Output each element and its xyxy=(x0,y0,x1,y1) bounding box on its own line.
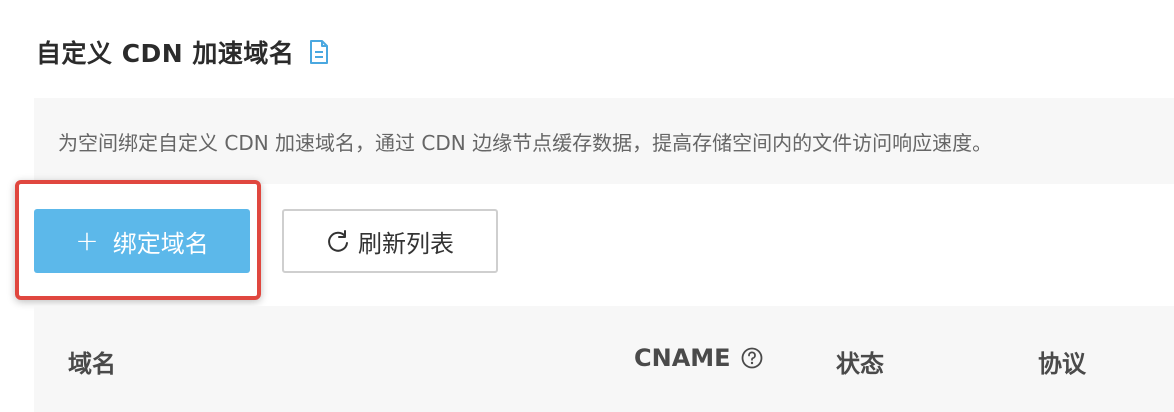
page-title: 自定义 CDN 加速域名 xyxy=(36,39,295,68)
bind-domain-button[interactable]: + 绑定域名 xyxy=(34,209,250,273)
question-circle-icon[interactable] xyxy=(741,347,763,369)
column-header-protocol[interactable]: 协议 xyxy=(1038,344,1086,379)
refresh-list-label: 刷新列表 xyxy=(358,229,454,258)
description-text: 为空间绑定自定义 CDN 加速域名，通过 CDN 边缘节点缓存数据，提高存储空间… xyxy=(58,130,993,155)
column-header-domain[interactable]: 域名 xyxy=(68,344,116,379)
column-header-cname[interactable]: CNAME xyxy=(634,344,763,372)
cdn-domain-page: 自定义 CDN 加速域名 为空间绑定自定义 CDN 加速域名，通过 CDN 边缘… xyxy=(0,0,1174,412)
refresh-list-button[interactable]: 刷新列表 xyxy=(282,209,498,273)
title-row: 自定义 CDN 加速域名 xyxy=(36,30,330,74)
bind-domain-label: 绑定域名 xyxy=(112,229,209,258)
table-header: 域名 CNAME 状态 协议 xyxy=(34,306,1174,412)
plus-icon: + xyxy=(75,224,99,257)
document-icon[interactable] xyxy=(308,39,330,65)
refresh-icon xyxy=(326,229,350,253)
column-header-status[interactable]: 状态 xyxy=(836,344,884,379)
description-box: 为空间绑定自定义 CDN 加速域名，通过 CDN 边缘节点缓存数据，提高存储空间… xyxy=(34,98,1174,184)
